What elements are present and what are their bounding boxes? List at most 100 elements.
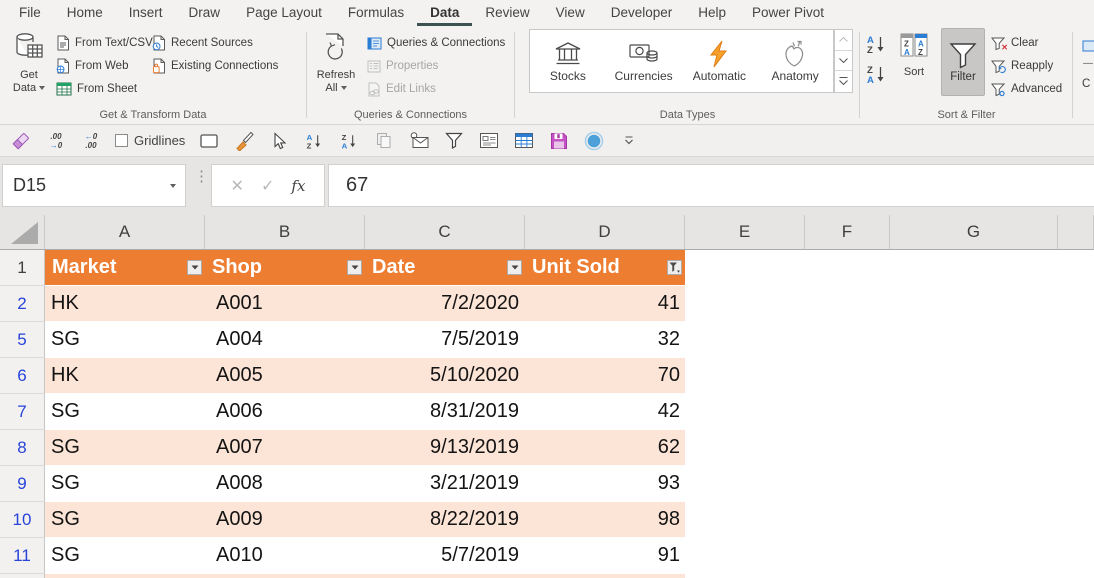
enter-icon[interactable]: ✓ <box>261 176 274 196</box>
cell[interactable]: 91 <box>525 538 685 574</box>
column-header-B[interactable]: B <box>205 215 365 249</box>
tab-data[interactable]: Data <box>417 0 472 26</box>
tab-help[interactable]: Help <box>685 0 739 26</box>
column-header-E[interactable]: E <box>685 215 805 249</box>
refresh-all-button[interactable]: Refresh All <box>311 32 361 95</box>
cell[interactable]: SG <box>45 502 205 538</box>
cell[interactable]: A001 <box>205 286 365 322</box>
select-all-corner[interactable] <box>0 215 45 249</box>
tab-file[interactable]: File <box>6 0 54 26</box>
column-header-G[interactable]: G <box>890 215 1058 249</box>
record-icon[interactable] <box>583 130 605 152</box>
from-web-button[interactable]: From Web <box>56 56 128 76</box>
clear-filter-button[interactable]: ✕ Clear <box>991 33 1038 53</box>
cell[interactable]: 7/2/2020 <box>365 286 525 322</box>
filter-dropdown-button[interactable] <box>507 260 522 275</box>
cell[interactable]: 8/31/2019 <box>365 394 525 430</box>
tab-power-pivot[interactable]: Power Pivot <box>739 0 837 26</box>
name-box[interactable]: D15 <box>2 164 186 207</box>
table-header-cell[interactable]: Unit Sold <box>525 250 685 286</box>
filter-button-active[interactable]: Filter <box>941 28 985 96</box>
recent-sources-button[interactable]: Recent Sources <box>152 33 253 53</box>
row-header-11[interactable]: 11 <box>0 538 45 574</box>
from-sheet-button[interactable]: From Sheet <box>56 79 137 99</box>
row-header-5[interactable]: 5 <box>0 322 45 358</box>
reapply-filter-button[interactable]: Reapply <box>991 56 1053 76</box>
gallery-more-button[interactable] <box>835 71 852 92</box>
table-header-cell[interactable]: Shop <box>205 250 365 286</box>
cell[interactable]: 3/21/2019 <box>365 466 525 502</box>
cell[interactable]: HK <box>45 358 205 394</box>
cell[interactable]: A009 <box>205 502 365 538</box>
filter-icon[interactable] <box>443 130 465 152</box>
tab-formulas[interactable]: Formulas <box>335 0 417 26</box>
cell[interactable]: 5/7/2019 <box>365 538 525 574</box>
decrease-decimal-icon[interactable]: ←0.00 <box>80 130 102 152</box>
column-header-C[interactable]: C <box>365 215 525 249</box>
formula-bar[interactable]: 67 <box>328 164 1094 207</box>
sort-ascending-button[interactable]: A Z <box>865 34 887 54</box>
tab-page-layout[interactable]: Page Layout <box>233 0 335 26</box>
cell[interactable]: A007 <box>205 430 365 466</box>
row-header-8[interactable]: 8 <box>0 430 45 466</box>
cursor-icon[interactable] <box>268 130 290 152</box>
format-painter-icon[interactable] <box>233 130 255 152</box>
advanced-filter-button[interactable]: Advanced <box>991 79 1062 99</box>
get-data-button[interactable]: Get Data <box>6 32 52 95</box>
gallery-scroll-up[interactable] <box>835 30 852 51</box>
filter-dropdown-button[interactable] <box>187 260 202 275</box>
row-header-9[interactable]: 9 <box>0 466 45 502</box>
cell[interactable]: 98 <box>525 502 685 538</box>
table-icon[interactable] <box>513 130 535 152</box>
gallery-scroll-down[interactable] <box>835 51 852 72</box>
tab-insert[interactable]: Insert <box>116 0 176 26</box>
column-header-F[interactable]: F <box>805 215 890 249</box>
rectangle-icon[interactable] <box>198 130 220 152</box>
cell[interactable]: 41 <box>525 286 685 322</box>
insert-function-icon[interactable]: fx <box>291 177 305 195</box>
filter-applied-button[interactable] <box>667 260 682 275</box>
filter-dropdown-button[interactable] <box>347 260 362 275</box>
cell[interactable]: A005 <box>205 358 365 394</box>
cell[interactable]: 42 <box>525 394 685 430</box>
row-header-2[interactable]: 2 <box>0 286 45 322</box>
gridlines-toggle[interactable]: Gridlines <box>115 130 185 152</box>
row-header-10[interactable]: 10 <box>0 502 45 538</box>
gridlines-checkbox[interactable] <box>115 134 128 147</box>
cancel-icon[interactable]: ✕ <box>231 176 244 196</box>
form-icon[interactable] <box>478 130 500 152</box>
sort-az-icon[interactable]: AZ <box>303 130 325 152</box>
data-type-stocks[interactable]: Stocks <box>530 30 606 92</box>
row-header-1[interactable]: 1 <box>0 250 45 286</box>
cell[interactable]: A010 <box>205 538 365 574</box>
cell[interactable]: SG <box>45 466 205 502</box>
sort-descending-button[interactable]: Z A <box>865 64 887 84</box>
tab-draw[interactable]: Draw <box>176 0 234 26</box>
queries-connections-button[interactable]: Queries & Connections <box>367 33 505 53</box>
tab-developer[interactable]: Developer <box>598 0 686 26</box>
tab-review[interactable]: Review <box>472 0 542 26</box>
column-header-D[interactable]: D <box>525 215 685 249</box>
data-type-anatomy[interactable]: Anatomy <box>757 30 833 92</box>
cell[interactable]: 8/22/2019 <box>365 502 525 538</box>
cell[interactable]: SG <box>45 430 205 466</box>
cell[interactable]: 9/13/2019 <box>365 430 525 466</box>
cell[interactable]: 32 <box>525 322 685 358</box>
cell[interactable]: 93 <box>525 466 685 502</box>
sort-button[interactable]: Z A A Z Sort <box>891 31 937 79</box>
edit-links-button[interactable]: Edit Links <box>367 79 436 99</box>
cell[interactable]: A008 <box>205 466 365 502</box>
mail-attach-icon[interactable] <box>408 130 430 152</box>
save-icon[interactable] <box>548 130 570 152</box>
cell[interactable]: HK <box>45 286 205 322</box>
cell[interactable]: A004 <box>205 322 365 358</box>
table-header-cell[interactable]: Market <box>45 250 205 286</box>
cell[interactable]: 7/5/2019 <box>365 322 525 358</box>
cell[interactable]: 62 <box>525 430 685 466</box>
cell[interactable]: A006 <box>205 394 365 430</box>
row-header-6[interactable]: 6 <box>0 358 45 394</box>
sort-za-icon[interactable]: ZA <box>338 130 360 152</box>
table-header-cell[interactable]: Date <box>365 250 525 286</box>
tab-home[interactable]: Home <box>54 0 116 26</box>
partial-button-label[interactable]: C <box>1082 78 1090 90</box>
